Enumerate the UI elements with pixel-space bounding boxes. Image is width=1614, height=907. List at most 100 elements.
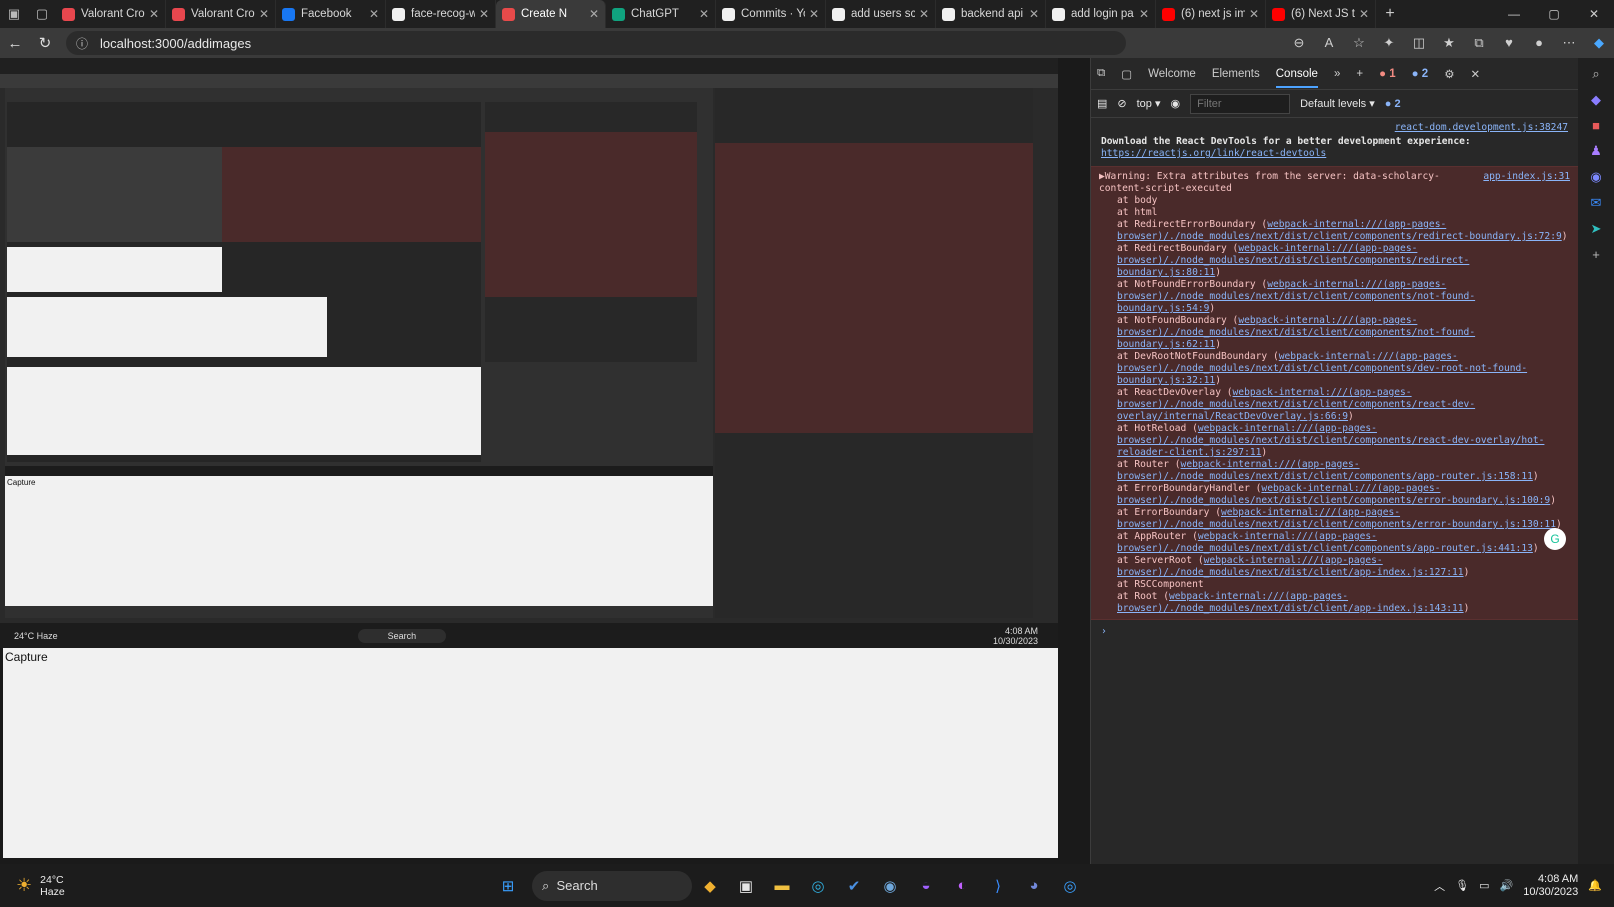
inspect-icon[interactable]: ▢ [1121, 67, 1132, 81]
browser-tab[interactable]: add users sc ✕ [826, 0, 936, 28]
react-devtools-link[interactable]: https://reactjs.org/link/react-devtools [1101, 148, 1326, 159]
site-info-icon[interactable]: ⓘ [76, 35, 88, 52]
context-selector[interactable]: top ▾ [1137, 97, 1161, 110]
weather-widget[interactable]: ☀ 24°C Haze [0, 874, 200, 898]
close-tab-icon[interactable]: ✕ [259, 7, 269, 21]
stack-frame-link[interactable]: webpack-internal:///(app-pages-browser)/… [1117, 591, 1464, 614]
add-sidebar-icon[interactable]: + [1592, 247, 1600, 262]
log-levels-dropdown[interactable]: Default levels ▾ [1300, 97, 1375, 110]
close-tab-icon[interactable]: ✕ [919, 7, 929, 21]
more-tabs-icon[interactable]: » [1334, 68, 1340, 80]
file-explorer-icon[interactable]: ▬ [764, 877, 800, 894]
capture-button[interactable]: Capture [5, 650, 48, 664]
close-tab-icon[interactable]: ✕ [1139, 7, 1149, 21]
browser-tab[interactable]: Facebook ✕ [276, 0, 386, 28]
copilot-icon[interactable]: ◆ [1584, 35, 1614, 51]
close-tab-icon[interactable]: ✕ [149, 7, 159, 21]
split-screen-icon[interactable]: ◫ [1404, 35, 1434, 51]
warning-count-badge[interactable]: ● 2 [1412, 68, 1429, 80]
close-tab-icon[interactable]: ✕ [1029, 7, 1039, 21]
react-source-link[interactable]: react-dom.development.js:38247 [1395, 122, 1568, 133]
console-prompt[interactable]: › [1101, 620, 1568, 638]
maximize-button[interactable]: ▢ [1534, 7, 1574, 21]
browser-tab[interactable]: ChatGPT ✕ [606, 0, 716, 28]
app-icon-2[interactable]: ◎ [1052, 877, 1088, 895]
add-tab-icon[interactable]: + [1356, 68, 1363, 80]
minimize-button[interactable]: — [1494, 7, 1534, 21]
close-tab-icon[interactable]: ✕ [589, 7, 599, 21]
send-sidebar-icon[interactable]: ➤ [1591, 221, 1602, 237]
capture-area[interactable]: Capture [3, 648, 1058, 858]
clock[interactable]: 4:08 AM 10/30/2023 [1523, 873, 1578, 899]
grammarly-widget[interactable]: G [1544, 528, 1566, 550]
settings-gear-icon[interactable]: ⚙ [1444, 67, 1454, 81]
tab-welcome[interactable]: Welcome [1148, 68, 1196, 80]
extensions-icon[interactable]: ✦ [1374, 35, 1404, 51]
games-sidebar-icon[interactable]: ♟ [1590, 143, 1602, 159]
start-menu-icon[interactable]: ⊞ [490, 877, 526, 895]
copilot-taskbar-icon[interactable]: ◆ [692, 877, 728, 895]
taskbar-search[interactable]: ⌕ Search [532, 870, 692, 901]
favorite-icon[interactable]: ☆ [1344, 35, 1374, 51]
tab-console[interactable]: Console [1275, 68, 1318, 88]
device-emulation-icon[interactable]: ⧉ [1097, 67, 1105, 80]
refresh-button[interactable]: ↻ [30, 28, 60, 58]
network-icon[interactable]: ▭ [1479, 879, 1489, 892]
github-desktop-icon[interactable]: ◐ [944, 877, 980, 894]
clear-console-icon[interactable]: ⊘ [1117, 97, 1126, 110]
messenger-icon[interactable]: ◒ [908, 877, 944, 894]
outlook-sidebar-icon[interactable]: ✉ [1591, 195, 1602, 211]
browser-tab[interactable]: Create N ✕ [496, 0, 606, 28]
browser-tab[interactable]: (6) Next JS tu ✕ [1266, 0, 1376, 28]
filter-input[interactable] [1190, 93, 1291, 114]
task-view-icon[interactable]: ▣ [728, 877, 764, 895]
read-aloud-icon[interactable]: A [1314, 35, 1344, 51]
app-icon-1[interactable]: ◉ [872, 877, 908, 895]
discord-icon[interactable]: ◕ [1016, 877, 1052, 894]
tab-elements[interactable]: Elements [1212, 68, 1260, 80]
close-window-button[interactable]: ✕ [1574, 7, 1614, 21]
microphone-icon[interactable]: 🎙 [1455, 879, 1469, 892]
browser-tab[interactable]: add login pa ✕ [1046, 0, 1156, 28]
edge-browser-icon[interactable]: ◎ [800, 877, 836, 895]
issues-badge[interactable]: ● 2 [1385, 98, 1401, 110]
sidebar-toggle-icon[interactable]: ▤ [1097, 97, 1107, 110]
tray-overflow-icon[interactable]: ︿ [1434, 878, 1445, 894]
grammarly-icon[interactable]: G [1544, 528, 1566, 550]
vscode-icon[interactable]: ⟩ [980, 877, 1016, 895]
close-tab-icon[interactable]: ✕ [1359, 7, 1369, 21]
tools-sidebar-icon[interactable]: ■ [1592, 118, 1600, 133]
copilot-sidebar-icon[interactable]: ◆ [1591, 92, 1601, 108]
browser-tab[interactable]: (6) next js im ✕ [1156, 0, 1266, 28]
profile-avatar[interactable]: ● [1524, 35, 1554, 51]
browser-tab[interactable]: backend api ✕ [936, 0, 1046, 28]
browser-tab[interactable]: Valorant Cro ✕ [166, 0, 276, 28]
warning-source-link[interactable]: app-index.js:31 [1483, 171, 1570, 183]
close-tab-icon[interactable]: ✕ [479, 7, 489, 21]
tab-actions-icon[interactable]: ▢ [28, 0, 56, 28]
browser-essentials-icon[interactable]: ♥ [1494, 35, 1524, 51]
volume-icon[interactable]: 🔊 [1500, 879, 1514, 892]
todo-icon[interactable]: ✔ [836, 877, 872, 895]
search-sidebar-icon[interactable]: ⌕ [1592, 66, 1599, 82]
zoom-icon[interactable]: ⊖ [1284, 35, 1314, 51]
workspaces-icon[interactable]: ▣ [0, 0, 28, 28]
stack-frame-link[interactable]: webpack-internal:///(app-pages-browser)/… [1117, 459, 1533, 482]
browser-tab[interactable]: face-recog-w ✕ [386, 0, 496, 28]
new-tab-button[interactable]: + [1376, 5, 1404, 23]
back-button[interactable]: ← [0, 28, 30, 58]
close-tab-icon[interactable]: ✕ [1249, 7, 1259, 21]
address-bar[interactable]: ⓘ localhost:3000/addimages [66, 31, 1126, 55]
more-menu-icon[interactable]: ⋯ [1554, 35, 1584, 51]
notifications-icon[interactable]: 🔔 [1588, 879, 1602, 892]
collections-icon[interactable]: ⧉ [1464, 35, 1494, 51]
close-tab-icon[interactable]: ✕ [369, 7, 379, 21]
browser-tab[interactable]: Valorant Cro ✕ [56, 0, 166, 28]
error-count-badge[interactable]: ● 1 [1379, 68, 1396, 80]
favorites-bar-icon[interactable]: ★ [1434, 35, 1464, 51]
office-sidebar-icon[interactable]: ◉ [1590, 169, 1601, 185]
close-tab-icon[interactable]: ✕ [699, 7, 709, 21]
close-tab-icon[interactable]: ✕ [809, 7, 819, 21]
close-devtools-icon[interactable]: ✕ [1471, 67, 1481, 81]
browser-tab[interactable]: Commits · Yo ✕ [716, 0, 826, 28]
